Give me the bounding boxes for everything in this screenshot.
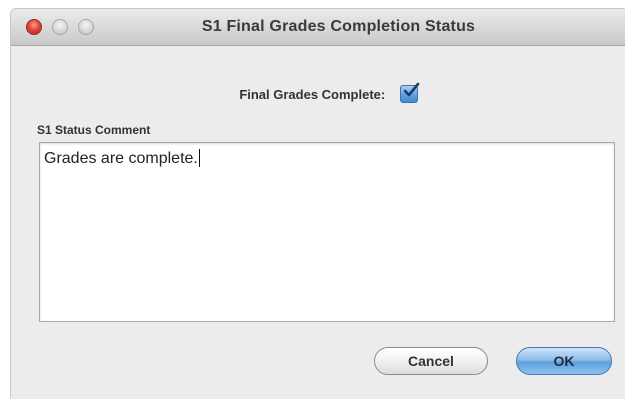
checkmark-icon <box>403 82 419 97</box>
status-comment-textarea[interactable]: Grades are complete. <box>39 142 615 322</box>
window-title: S1 Final Grades Completion Status <box>201 18 476 35</box>
final-grades-complete-label: Final Grades Complete: <box>239 86 386 102</box>
cancel-button[interactable]: Cancel <box>374 347 488 375</box>
final-grades-complete-row: Final Grades Complete: <box>11 82 625 107</box>
title-bar[interactable]: S1 Final Grades Completion Status <box>11 9 625 46</box>
text-cursor <box>198 149 200 167</box>
ok-button[interactable]: OK <box>516 347 612 375</box>
status-comment-label: S1 Status Comment <box>37 123 151 137</box>
status-comment-text: Grades are complete. <box>44 150 198 167</box>
dialog-window: S1 Final Grades Completion Status Final … <box>10 8 625 399</box>
final-grades-complete-checkbox[interactable] <box>399 82 419 103</box>
